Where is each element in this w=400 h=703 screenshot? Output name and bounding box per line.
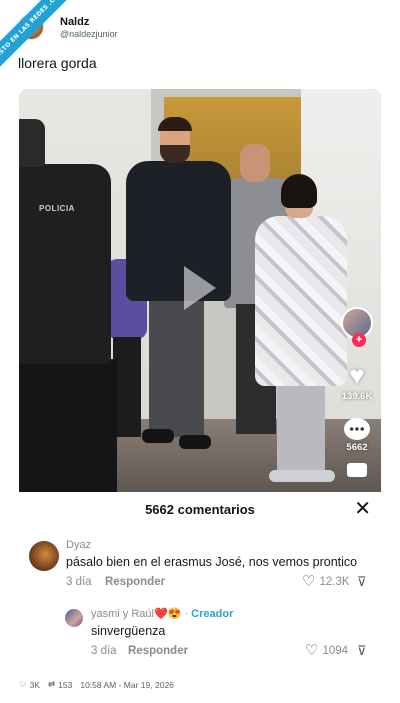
- tweet-timestamp[interactable]: 10:58 AM - Mar 19, 2026: [80, 680, 174, 690]
- watermark-text: VISTO EN LAS REDES .COM: [0, 0, 75, 71]
- heart-emoji-icon: ❤️😍: [153, 608, 182, 620]
- dislike-icon[interactable]: ⊽: [357, 643, 367, 659]
- heart-outline-icon: ♡: [19, 679, 27, 689]
- comment-like-button[interactable]: ♡ 12.3K: [302, 573, 350, 590]
- share-icon[interactable]: [347, 463, 367, 477]
- reply-button[interactable]: Responder: [105, 576, 165, 588]
- comment-like-count: 12.3K: [319, 576, 350, 588]
- commenter-name-line[interactable]: yasmi y Raúl❤️😍 · Creador: [91, 607, 233, 620]
- comment-icon[interactable]: [344, 418, 370, 440]
- action-rail: + ♥ 139.6K 5662: [338, 307, 376, 477]
- comment-like-count: 1094: [322, 645, 349, 657]
- play-icon[interactable]: [184, 266, 216, 310]
- tweet-like-count: 3K: [29, 679, 41, 690]
- person: [255, 174, 350, 489]
- retweet-stat[interactable]: ⇄ 153: [48, 679, 72, 690]
- comment-date: 3 día: [66, 576, 92, 588]
- heart-icon[interactable]: ♥: [349, 361, 364, 389]
- creator-avatar[interactable]: +: [341, 307, 373, 347]
- tweet-footer: ♡ 3K ⇄ 153 10:58 AM - Mar 19, 2026: [19, 679, 174, 690]
- watermark-ribbon: VISTO EN LAS REDES .COM: [0, 0, 80, 80]
- like-stat[interactable]: ♡ 3K: [19, 679, 40, 690]
- commenter-name: yasmi y Raúl: [91, 608, 154, 620]
- commenter-avatar[interactable]: [65, 609, 83, 627]
- heart-outline-icon: ♡: [305, 642, 319, 659]
- tweet-retweet-count: 153: [58, 679, 73, 690]
- video-player[interactable]: POLICIA + ♥ 139.6K 5662: [19, 89, 381, 492]
- comment-text: sinvergüenza: [91, 624, 166, 638]
- video-like-count: 139.6K: [341, 391, 373, 402]
- creator-badge: Creador: [191, 608, 234, 620]
- commenter-avatar[interactable]: [29, 541, 59, 571]
- police-badge: POLICIA: [39, 204, 75, 213]
- person: [124, 117, 234, 477]
- close-icon[interactable]: ✕: [354, 496, 371, 521]
- video-comment-count: 5662: [346, 442, 368, 453]
- separator: ·: [184, 608, 189, 620]
- commenter-name[interactable]: Dyaz: [66, 539, 91, 551]
- dislike-icon[interactable]: ⊽: [357, 574, 367, 590]
- retweet-icon: ⇄: [48, 679, 56, 689]
- reply-button[interactable]: Responder: [128, 645, 188, 657]
- heart-outline-icon: ♡: [302, 573, 316, 590]
- comment-like-button[interactable]: ♡ 1094: [305, 642, 349, 659]
- person: POLICIA: [19, 119, 119, 492]
- comments-title: 5662 comentarios: [145, 502, 255, 517]
- follow-plus-icon[interactable]: +: [352, 333, 366, 347]
- comments-panel: 5662 comentarios ✕ Dyaz pásalo bien en e…: [19, 492, 381, 674]
- comment-date: 3 día: [91, 645, 117, 657]
- comment-text: pásalo bien en el erasmus José, nos vemo…: [66, 555, 358, 569]
